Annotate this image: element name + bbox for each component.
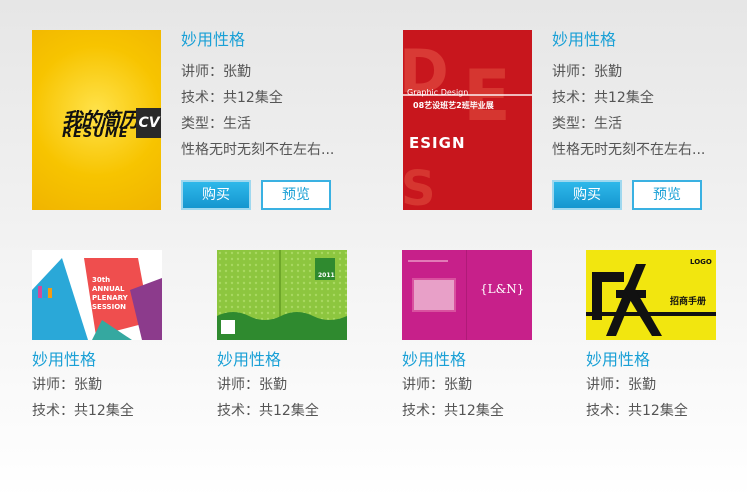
cover-subtitle: 08艺设班艺2班毕业展 <box>413 101 494 110</box>
course-teacher: 讲师：张勤 <box>552 64 622 80</box>
course-tech: 技术：共12集全 <box>552 90 654 106</box>
course-title[interactable]: 妙用性格 <box>552 30 616 50</box>
course-card-2: 2011 妙用性格 讲师：张勤 技术：共12集全 <box>217 250 367 420</box>
svg-text:S: S <box>403 161 436 210</box>
buy-button[interactable]: 购买 <box>552 180 622 210</box>
course-cover-graphic-design[interactable]: D E S Graphic Design 08艺设班艺2班毕业展 ESIGN <box>403 30 532 210</box>
course-tech: 技术：共12集全 <box>402 403 504 419</box>
preview-button[interactable]: 预览 <box>632 180 702 210</box>
course-teacher: 讲师：张勤 <box>586 377 656 393</box>
thumbnail-logo-text: LOGO <box>690 258 712 266</box>
course-tech: 技术：共12集全 <box>181 90 283 106</box>
course-tech: 技术：共12集全 <box>217 403 319 419</box>
cover-heading: Graphic Design <box>407 88 469 97</box>
thumbnail-text: 30th ANNUAL PLENARY SESSION <box>92 276 128 311</box>
course-type: 类型：生活 <box>552 116 622 132</box>
course-tech: 技术：共12集全 <box>586 403 688 419</box>
thumbnail-art <box>217 250 347 340</box>
course-teacher: 讲师：张勤 <box>402 377 472 393</box>
course-teacher: 讲师：张勤 <box>32 377 102 393</box>
course-thumbnail[interactable]: LOGO 招商手册 <box>586 250 716 340</box>
featured-course-2: D E S Graphic Design 08艺设班艺2班毕业展 ESIGN 妙… <box>403 30 743 212</box>
course-tech: 技术：共12集全 <box>32 403 134 419</box>
course-card-4: LOGO 招商手册 妙用性格 讲师：张勤 技术：共12集全 <box>586 250 736 420</box>
thumbnail-text: 2011 <box>318 272 335 279</box>
course-description: 性格无时无刻不在左右... <box>181 142 335 158</box>
course-cover-resume[interactable]: 我的简历 RESUME CV <box>32 30 161 210</box>
course-thumbnail[interactable]: {L&N} <box>402 250 532 340</box>
course-title[interactable]: 妙用性格 <box>217 350 281 370</box>
course-description: 性格无时无刻不在左右... <box>552 142 706 158</box>
course-thumbnail[interactable]: 2011 <box>217 250 347 340</box>
course-title[interactable]: 妙用性格 <box>402 350 466 370</box>
course-card-3: {L&N} 妙用性格 讲师：张勤 技术：共12集全 <box>402 250 552 420</box>
buy-button[interactable]: 购买 <box>181 180 251 210</box>
course-thumbnail[interactable]: 30th ANNUAL PLENARY SESSION <box>32 250 162 340</box>
course-title[interactable]: 妙用性格 <box>586 350 650 370</box>
course-teacher: 讲师：张勤 <box>181 64 251 80</box>
course-type: 类型：生活 <box>181 116 251 132</box>
cover-wordmark: ESIGN <box>409 134 466 152</box>
course-title[interactable]: 妙用性格 <box>32 350 96 370</box>
cover-subtitle: RESUME <box>62 126 129 141</box>
course-card-1: 30th ANNUAL PLENARY SESSION 妙用性格 讲师：张勤 技… <box>32 250 182 420</box>
thumbnail-subtitle: 招商手册 <box>670 297 707 307</box>
course-title[interactable]: 妙用性格 <box>181 30 245 50</box>
featured-course-1: 我的简历 RESUME CV 妙用性格 讲师：张勤 技术：共12集全 类型：生活… <box>32 30 372 212</box>
cover-badge: CV <box>136 108 161 138</box>
preview-button[interactable]: 预览 <box>261 180 331 210</box>
course-teacher: 讲师：张勤 <box>217 377 287 393</box>
cover-art: D E S <box>403 30 532 210</box>
thumbnail-text: {L&N} <box>480 282 525 296</box>
